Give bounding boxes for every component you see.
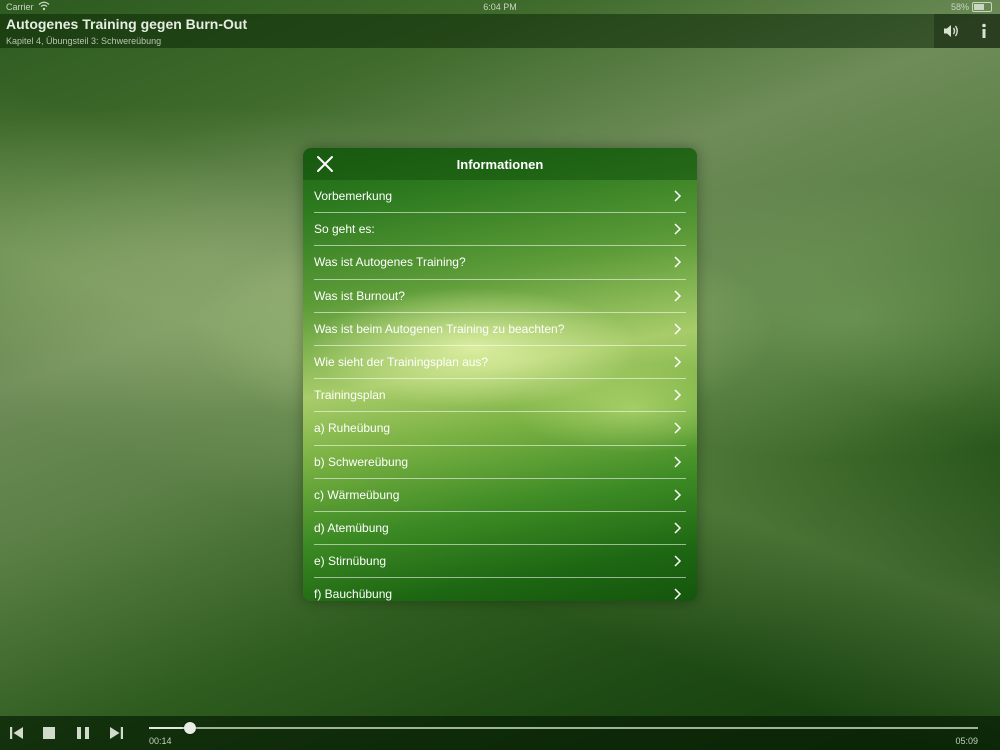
battery-percent: 58%: [950, 2, 969, 12]
list-item-label: d) Atemübung: [314, 520, 389, 535]
list-item-label: a) Ruheübung: [314, 421, 391, 436]
chevron-right-icon: [674, 256, 682, 268]
list-item-label: b) Schwereübung: [314, 454, 409, 469]
list-item-was-ist-autogenes-training[interactable]: Was ist Autogenes Training?: [314, 246, 686, 280]
chevron-right-icon: [674, 588, 682, 600]
information-list: Vorbemerkung So geht es: Was ist Autogen…: [303, 180, 697, 601]
list-item-label: c) Wärmeübung: [314, 487, 400, 502]
pause-icon[interactable]: [74, 724, 92, 742]
progress-thumb[interactable]: [184, 722, 197, 734]
battery-indicator: 58%: [951, 2, 992, 12]
chevron-right-icon: [674, 223, 682, 235]
information-dialog: Informationen Vorbemerkung So geht es: W…: [303, 148, 697, 601]
track-subtitle: Kapitel 4, Übungsteil 3: Schwereübung: [6, 36, 162, 46]
stop-icon[interactable]: [40, 724, 58, 742]
dialog-header: Informationen: [303, 148, 697, 180]
header-actions: [934, 14, 1000, 48]
progress-slider[interactable]: [149, 722, 978, 734]
chevron-right-icon: [674, 555, 682, 567]
list-item-bauchuebung[interactable]: f) Bauchübung: [314, 578, 686, 601]
chevron-right-icon: [674, 389, 682, 401]
dialog-title: Informationen: [456, 157, 544, 172]
list-item-trainingsplan-info[interactable]: Wie sieht der Trainingsplan aus?: [314, 346, 686, 380]
status-bar: Carrier 6:04 PM 58%: [0, 0, 1000, 14]
chevron-right-icon: [674, 489, 682, 501]
list-item-label: Was ist Burnout?: [314, 288, 405, 303]
list-item-label: So geht es:: [314, 222, 375, 237]
speaker-icon[interactable]: [939, 19, 963, 43]
list-item-label: Was ist beim Autogenen Training zu beach…: [314, 321, 565, 336]
skip-forward-icon[interactable]: [107, 724, 125, 742]
skip-back-icon[interactable]: [8, 724, 26, 742]
chevron-right-icon: [674, 522, 682, 534]
list-item-waermeuebung[interactable]: c) Wärmeübung: [314, 479, 686, 512]
player-controls: 00:14 05:09: [0, 716, 1000, 750]
list-item-label: Vorbemerkung: [314, 189, 393, 203]
list-item-label: f) Bauchübung: [314, 587, 393, 601]
chevron-right-icon: [674, 356, 682, 368]
list-item-stirnuebung[interactable]: e) Stirnübung: [314, 545, 686, 579]
list-item-trainingsplan[interactable]: Trainingsplan: [314, 379, 686, 413]
list-item-was-ist-burnout[interactable]: Was ist Burnout?: [314, 280, 686, 313]
info-icon[interactable]: [972, 19, 996, 43]
chevron-right-icon: [674, 455, 682, 468]
list-item-schwereuebung[interactable]: b) Schwereübung: [314, 446, 686, 479]
list-item-label: Trainingsplan: [314, 388, 386, 403]
chevron-right-icon: [674, 190, 682, 202]
list-item-label: Was ist Autogenes Training?: [314, 255, 466, 270]
list-item-label: Wie sieht der Trainingsplan aus?: [314, 354, 489, 369]
chevron-right-icon: [674, 422, 682, 434]
app-title: Autogenes Training gegen Burn-Out: [6, 16, 248, 32]
chevron-right-icon: [674, 290, 682, 302]
list-item-label: e) Stirnübung: [314, 554, 387, 569]
list-item-so-geht-es[interactable]: So geht es:: [314, 213, 686, 247]
list-item-vorbemerkung[interactable]: Vorbemerkung: [314, 180, 686, 214]
list-item-ruheuebung[interactable]: a) Ruheübung: [314, 412, 686, 446]
elapsed-time: 00:14: [149, 736, 172, 746]
list-item-zu-beachten[interactable]: Was ist beim Autogenen Training zu beach…: [314, 313, 686, 346]
list-item-atemuebung[interactable]: d) Atemübung: [314, 512, 686, 546]
battery-icon: [972, 2, 992, 12]
status-time: 6:04 PM: [483, 2, 517, 12]
app-header: Autogenes Training gegen Burn-Out Kapite…: [0, 14, 1000, 48]
total-time: 05:09: [955, 736, 978, 746]
chevron-right-icon: [674, 323, 682, 335]
